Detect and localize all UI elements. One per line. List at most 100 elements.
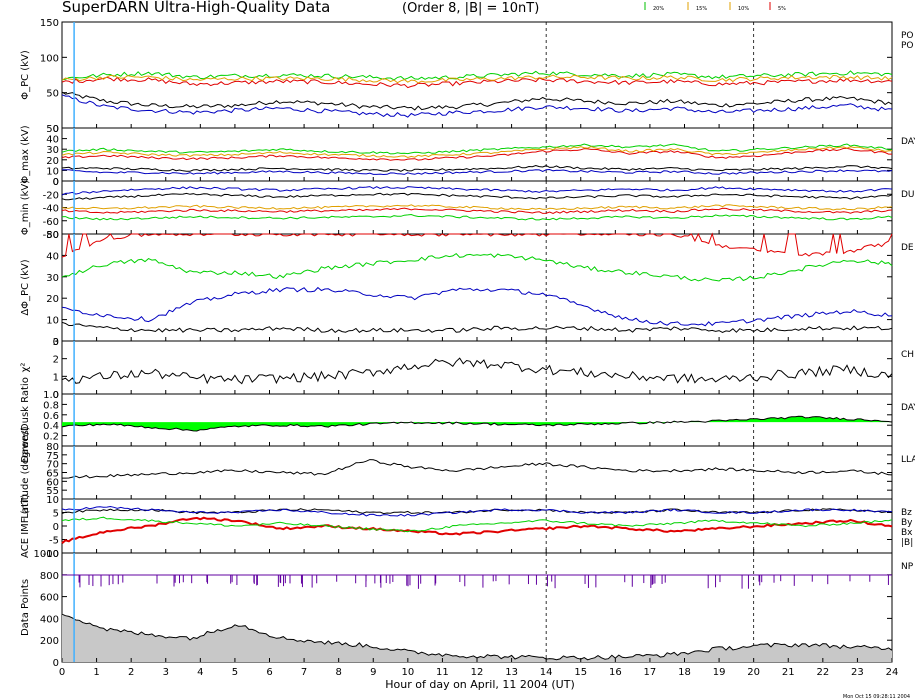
x-tick-label: 1 — [93, 667, 99, 678]
y-axis-label: χ² — [20, 363, 31, 373]
right-label: LLA — [901, 455, 915, 465]
footer-timestamp: Mon Oct 15 09:28:11 2004 — [843, 694, 910, 700]
series-line-blue — [61, 94, 893, 118]
panel-p8: -10-50510ACE IMF (nT) BzByBx|B| — [20, 494, 913, 560]
series-line-black — [61, 357, 893, 385]
series-line-red — [61, 232, 893, 258]
y-tick-label: 150 — [40, 18, 59, 29]
y-tick-label: 100 — [40, 53, 59, 64]
y-tick-label: 40 — [46, 135, 59, 146]
series-line-blue — [61, 286, 893, 327]
panel-p9: 02004006008001000Data PointsNP — [20, 549, 914, 669]
series-line-black — [61, 91, 893, 111]
panel-p2: 01020304050 Φ_max (kV) DAY — [20, 124, 915, 188]
x-tick-label: 4 — [197, 667, 203, 678]
x-tick-label: 14 — [540, 667, 553, 678]
area-fill — [62, 614, 892, 662]
y-axis-label: ACE IMF (nT) — [20, 494, 31, 558]
y-tick-label: -20 — [43, 190, 59, 201]
x-tick-label: 12 — [471, 667, 484, 678]
series-line-black — [61, 192, 893, 201]
x-tick-label: 21 — [782, 667, 795, 678]
y-tick-label: 1000 — [34, 549, 59, 560]
x-tick-label: 15 — [574, 667, 587, 678]
y-tick-label: 200 — [40, 636, 59, 647]
pct-label: 10% — [738, 6, 749, 12]
x-tick-label: 10 — [401, 667, 414, 678]
coverage-ticks — [62, 574, 892, 589]
x-axis-label: Hour of day on April, 11 2004 (UT) — [385, 678, 575, 691]
panel-stack: 050100150Φ_PC (kV)POPO01020304050Φ_max (… — [20, 18, 915, 669]
series-line-black — [61, 321, 893, 334]
y-tick-label: 10 — [46, 495, 59, 506]
x-tick-label: 17 — [644, 667, 657, 678]
series-line-red — [61, 207, 893, 215]
x-axis: 0 1 2 3 4 5 6 7 8 9 10 11 12 13 14 15 16 17 18 19 20 21 22 23 24 — [59, 667, 899, 678]
panel-p5: 0123χ²CH — [20, 337, 914, 401]
right-label: Bx — [901, 528, 913, 538]
x-tick-label: 9 — [370, 667, 376, 678]
y-tick-label: 0 — [53, 177, 59, 188]
y-tick-label: 1.0 — [43, 390, 59, 401]
series-line-black — [62, 459, 893, 479]
right-label: DAY — [901, 403, 915, 413]
x-tick-label: 13 — [505, 667, 518, 678]
x-tick-label: 19 — [713, 667, 726, 678]
right-label: Bz — [901, 508, 912, 518]
x-tick-label: 22 — [816, 667, 829, 678]
y-tick-label: 3 — [53, 337, 59, 348]
x-tick-label: 6 — [266, 667, 272, 678]
y-tick-label: -60 — [43, 217, 59, 228]
y-tick-label: 50 — [46, 89, 59, 100]
right-label: NP — [901, 562, 914, 572]
y-tick-label: 0.2 — [43, 432, 59, 443]
percent-legend: 20% 15% 10% 5% — [644, 2, 786, 12]
y-tick-label: 10 — [46, 166, 59, 177]
right-label: |B| — [901, 538, 913, 548]
y-tick-label: 0 — [53, 522, 59, 533]
x-tick-label: 20 — [747, 667, 760, 678]
series-line-green — [61, 213, 893, 221]
panel-p1: 050100150Φ_PC (kV)POPO — [20, 18, 914, 135]
y-tick-label: 1 — [53, 372, 59, 383]
y-tick-label: 0.6 — [43, 411, 59, 422]
panel-frame — [61, 340, 893, 395]
y-tick-label: 80 — [46, 442, 59, 453]
series-line-red — [61, 76, 893, 89]
y-tick-label: 40 — [46, 251, 59, 262]
x-tick-label: 8 — [335, 667, 341, 678]
y-axis-label: Data Points — [20, 579, 31, 636]
plot-title: SuperDARN Ultra-High-Quality Data — [62, 0, 330, 16]
y-tick-label: 400 — [40, 614, 59, 625]
right-label: CH — [901, 350, 914, 360]
pct-label: 15% — [696, 6, 707, 12]
x-tick-label: 11 — [436, 667, 449, 678]
series-line-green — [61, 252, 893, 282]
x-tick-label: 18 — [678, 667, 691, 678]
pct-label: 5% — [778, 6, 786, 12]
x-tick-label: 24 — [886, 667, 899, 678]
panel-frame — [61, 498, 893, 554]
series-line-green — [61, 70, 893, 81]
x-tick-label: 2 — [128, 667, 134, 678]
panel-p4: 01020304050ΔΦ_PC (kV)DE — [20, 230, 914, 348]
x-tick-label: 16 — [609, 667, 622, 678]
y-tick-label: 20 — [46, 294, 59, 305]
y-tick-label: 30 — [46, 145, 59, 156]
pct-label: 20% — [653, 6, 664, 12]
superdarn-stack-plot: SuperDARN Ultra-High-Quality Data (Order… — [20, 0, 915, 700]
panel-p7: 556065707580Latitude (degrees) LLA — [20, 426, 915, 518]
x-tick-label: 3 — [163, 667, 169, 678]
y-tick-label: 50 — [46, 124, 59, 135]
y-axis-label: Φ_min (kV) — [20, 180, 31, 235]
x-tick-label: 5 — [232, 667, 238, 678]
x-tick-label: 7 — [301, 667, 307, 678]
panel-p6: 0.20.40.60.81.0Dawn/Dusk RatioDAY — [20, 377, 915, 463]
series-line-black — [61, 164, 893, 172]
y-axis-label: ΔΦ_PC (kV) — [20, 259, 31, 315]
x-tick-label: 23 — [851, 667, 864, 678]
right-label: DU — [901, 190, 915, 200]
y-tick-label: 5 — [53, 509, 59, 520]
y-tick-label: 20 — [46, 156, 59, 167]
y-tick-label: -5 — [49, 536, 59, 547]
